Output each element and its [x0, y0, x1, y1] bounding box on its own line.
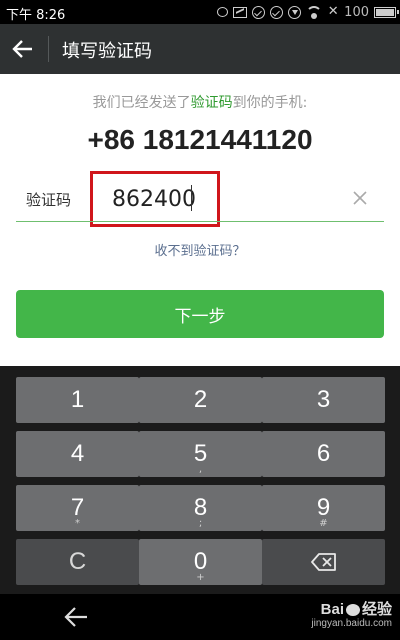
battery-level: 100: [344, 4, 369, 20]
arrow-left-icon: [12, 40, 32, 58]
wifi-icon: [306, 6, 323, 19]
backspace-icon: [311, 553, 336, 571]
notice-highlight: 验证码: [190, 95, 233, 111]
key-8[interactable]: 8;: [139, 485, 262, 531]
key-6[interactable]: 6: [262, 431, 385, 477]
clear-button[interactable]: [350, 188, 370, 208]
key-1[interactable]: 1: [16, 377, 139, 423]
not-received-link[interactable]: 收不到验证码？: [0, 240, 400, 259]
image-icon: [233, 6, 248, 18]
key-backspace[interactable]: [262, 539, 385, 585]
nav-back-button[interactable]: [62, 604, 90, 630]
key-2[interactable]: 2: [139, 377, 262, 423]
key-4[interactable]: 4: [16, 431, 139, 477]
phone-number: +86 18121441120: [87, 124, 313, 155]
title-divider: [48, 36, 49, 62]
watermark-url: jingyan.baidu.com: [311, 618, 392, 629]
check-circle-icon: [252, 5, 266, 19]
input-underline: [16, 221, 384, 222]
paw-icon: [345, 604, 360, 617]
nav-back-icon: [64, 607, 87, 627]
navigation-bar: Bai 经验 jingyan.baidu.com: [0, 594, 400, 640]
numeric-keypad: 1 2 3 4 5, 6 7 * 8; 9 # C 0 +: [0, 366, 400, 594]
status-icons: ✕ 100: [217, 3, 399, 21]
battery-icon: [374, 6, 399, 18]
key-5[interactable]: 5,: [139, 431, 262, 477]
key-clear[interactable]: C: [16, 539, 139, 585]
highlight-box: [90, 171, 220, 227]
key-9[interactable]: 9 #: [262, 485, 385, 531]
download-icon: [288, 5, 302, 19]
code-label: 验证码: [26, 191, 72, 209]
key-3[interactable]: 3: [262, 377, 385, 423]
key-7[interactable]: 7 *: [16, 485, 139, 531]
no-sim-icon: ✕: [327, 4, 339, 19]
sent-notice: 我们已经发送了验证码到你的手机:: [0, 92, 400, 112]
chat-bubble-icon: [217, 7, 229, 17]
next-button[interactable]: 下一步: [16, 290, 384, 338]
close-icon: [353, 191, 367, 205]
status-bar: 下午 8:26 ✕ 100: [0, 0, 400, 24]
page-title: 填写验证码: [62, 41, 152, 62]
back-button[interactable]: [10, 36, 36, 62]
title-bar: 填写验证码: [0, 24, 400, 74]
check-circle-icon-2: [270, 5, 284, 19]
notice-prefix: 我们已经发送了: [92, 95, 191, 111]
watermark-logo: Bai 经验: [320, 601, 392, 618]
status-time: 下午 8:26: [6, 8, 66, 23]
key-0[interactable]: 0 +: [139, 539, 262, 585]
notice-suffix: 到你的手机:: [232, 95, 308, 111]
